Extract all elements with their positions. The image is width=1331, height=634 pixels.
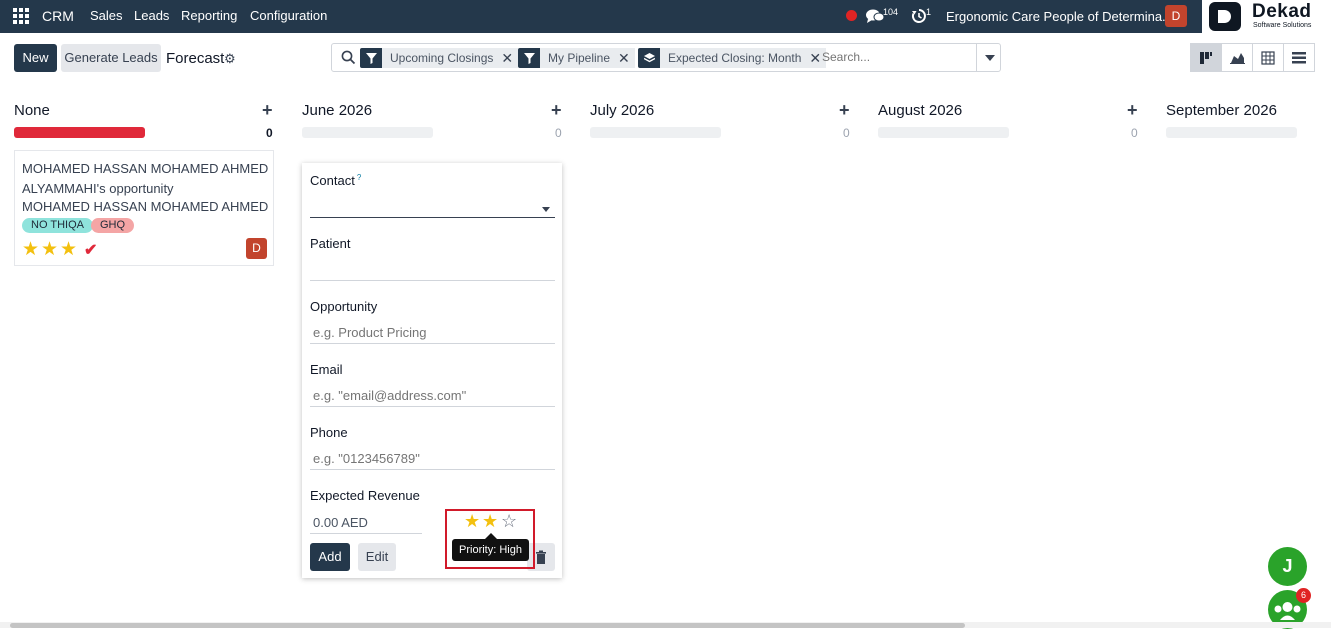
progress-bar[interactable] <box>14 127 145 138</box>
quick-create-plus-icon[interactable]: + <box>262 100 273 121</box>
kanban-view-icon[interactable] <box>1190 43 1222 72</box>
new-button[interactable]: New <box>14 44 57 72</box>
gear-icon[interactable]: ⚙ <box>224 51 236 67</box>
progress-bar <box>878 127 1009 138</box>
contact-field[interactable] <box>310 196 555 218</box>
chat-count: 104 <box>883 7 899 17</box>
menu-reporting[interactable]: Reporting <box>181 8 237 23</box>
search-options-toggle-icon[interactable] <box>976 44 1001 71</box>
filter-icon <box>518 48 540 68</box>
column-title-august[interactable]: August 2026 <box>878 102 962 119</box>
help-tooltip-icon[interactable]: ? <box>357 173 361 182</box>
patient-field[interactable] <box>310 259 555 281</box>
column-count: 0 <box>266 126 273 140</box>
patient-label: Patient <box>310 236 351 251</box>
remove-facet-icon[interactable]: ✕ <box>618 48 635 68</box>
recording-indicator-icon[interactable] <box>846 10 857 21</box>
facet-label: Expected Closing: Month <box>660 48 810 68</box>
quick-create-plus-icon[interactable]: + <box>1127 100 1138 121</box>
quick-create-plus-icon[interactable]: + <box>839 100 850 121</box>
column-title-july[interactable]: July 2026 <box>590 102 654 119</box>
facet-label: Upcoming Closings <box>382 48 502 68</box>
dekad-logo: Dekad Software Solutions <box>1202 0 1331 33</box>
team-chat-badge: 6 <box>1296 588 1311 603</box>
chat-launcher-j[interactable]: J <box>1268 547 1307 586</box>
contact-label: Contact? <box>310 173 362 188</box>
app-brand[interactable]: CRM <box>42 8 74 24</box>
card-avatar[interactable]: D <box>246 238 267 259</box>
remove-facet-icon[interactable]: ✕ <box>501 48 519 68</box>
generate-leads-button[interactable]: Generate Leads <box>61 44 161 72</box>
quick-create-plus-icon[interactable]: + <box>551 100 562 121</box>
apps-menu-icon[interactable] <box>13 8 29 24</box>
chevron-down-icon[interactable] <box>542 207 550 212</box>
pivot-view-icon[interactable] <box>1252 43 1284 72</box>
email-field[interactable] <box>310 385 555 407</box>
column-count: 0 <box>555 126 562 140</box>
edit-button[interactable]: Edit <box>358 543 396 571</box>
dekad-logo-mark-icon <box>1209 2 1241 31</box>
user-avatar[interactable]: D <box>1165 5 1187 27</box>
progress-bar <box>1166 127 1297 138</box>
column-title-september[interactable]: September 2026 <box>1166 102 1277 119</box>
layers-icon <box>638 48 660 68</box>
graph-view-icon[interactable] <box>1221 43 1253 72</box>
card-contact: MOHAMED HASSAN MOHAMED AHMED A... <box>22 199 270 214</box>
menu-configuration[interactable]: Configuration <box>250 8 327 23</box>
priority-star-icon[interactable]: ★ <box>22 240 39 259</box>
opportunity-field[interactable] <box>310 322 555 344</box>
column-title-none[interactable]: None <box>14 102 50 119</box>
opportunity-card[interactable]: MOHAMED HASSAN MOHAMED AHMED ALYAMMAHI's… <box>14 150 274 266</box>
search-icon[interactable] <box>341 50 356 70</box>
progress-bar <box>590 127 721 138</box>
card-title: MOHAMED HASSAN MOHAMED AHMED ALYAMMAHI's… <box>22 161 269 196</box>
horizontal-scrollbar-thumb[interactable] <box>10 623 965 628</box>
expected-revenue-label: Expected Revenue <box>310 488 420 503</box>
activity-clock-icon[interactable] <box>911 8 927 29</box>
priority-star-icon[interactable]: ★ <box>41 240 58 259</box>
tag-no-thiqa: NO THIQA <box>22 218 93 233</box>
search-input[interactable] <box>822 50 972 64</box>
facet-upcoming-closings: Upcoming Closings ✕ <box>360 48 519 68</box>
menu-sales[interactable]: Sales <box>90 8 123 23</box>
activity-count: 1 <box>926 7 932 17</box>
logo-name: Dekad <box>1252 1 1312 22</box>
list-view-icon[interactable] <box>1283 43 1315 72</box>
facet-my-pipeline: My Pipeline ✕ <box>518 48 635 68</box>
progress-bar <box>302 127 433 138</box>
menu-leads[interactable]: Leads <box>134 8 169 23</box>
priority-tooltip: Priority: High <box>452 533 529 561</box>
company-switcher[interactable]: Ergonomic Care People of Determina... <box>946 9 1173 24</box>
opportunity-label: Opportunity <box>310 299 378 314</box>
filter-icon <box>360 48 382 68</box>
facet-label: My Pipeline <box>540 48 619 68</box>
priority-star-icon[interactable]: ★ <box>60 240 77 259</box>
add-button[interactable]: Add <box>310 543 350 571</box>
view-switcher <box>1190 43 1321 72</box>
top-navbar: CRM Sales Leads Reporting Configuration … <box>0 0 1331 33</box>
column-title-june[interactable]: June 2026 <box>302 102 372 119</box>
phone-field[interactable] <box>310 448 555 470</box>
phone-label: Phone <box>310 425 348 440</box>
logo-subtitle: Software Solutions <box>1253 22 1312 29</box>
search-panel: Upcoming Closings ✕ My Pipeline ✕ Expect… <box>331 43 1001 72</box>
column-count: 0 <box>843 126 850 140</box>
facet-expected-closing: Expected Closing: Month ✕ <box>638 48 827 68</box>
email-label: Email <box>310 362 343 377</box>
breadcrumb-title: Forecast <box>166 50 225 67</box>
activity-check-icon[interactable]: ✔ <box>84 240 97 260</box>
expected-revenue-field[interactable]: 0.00 AED <box>310 512 422 534</box>
column-count: 0 <box>1131 126 1138 140</box>
chat-bubbles-icon[interactable] <box>866 9 885 29</box>
tag-ghq: GHQ <box>91 218 135 233</box>
